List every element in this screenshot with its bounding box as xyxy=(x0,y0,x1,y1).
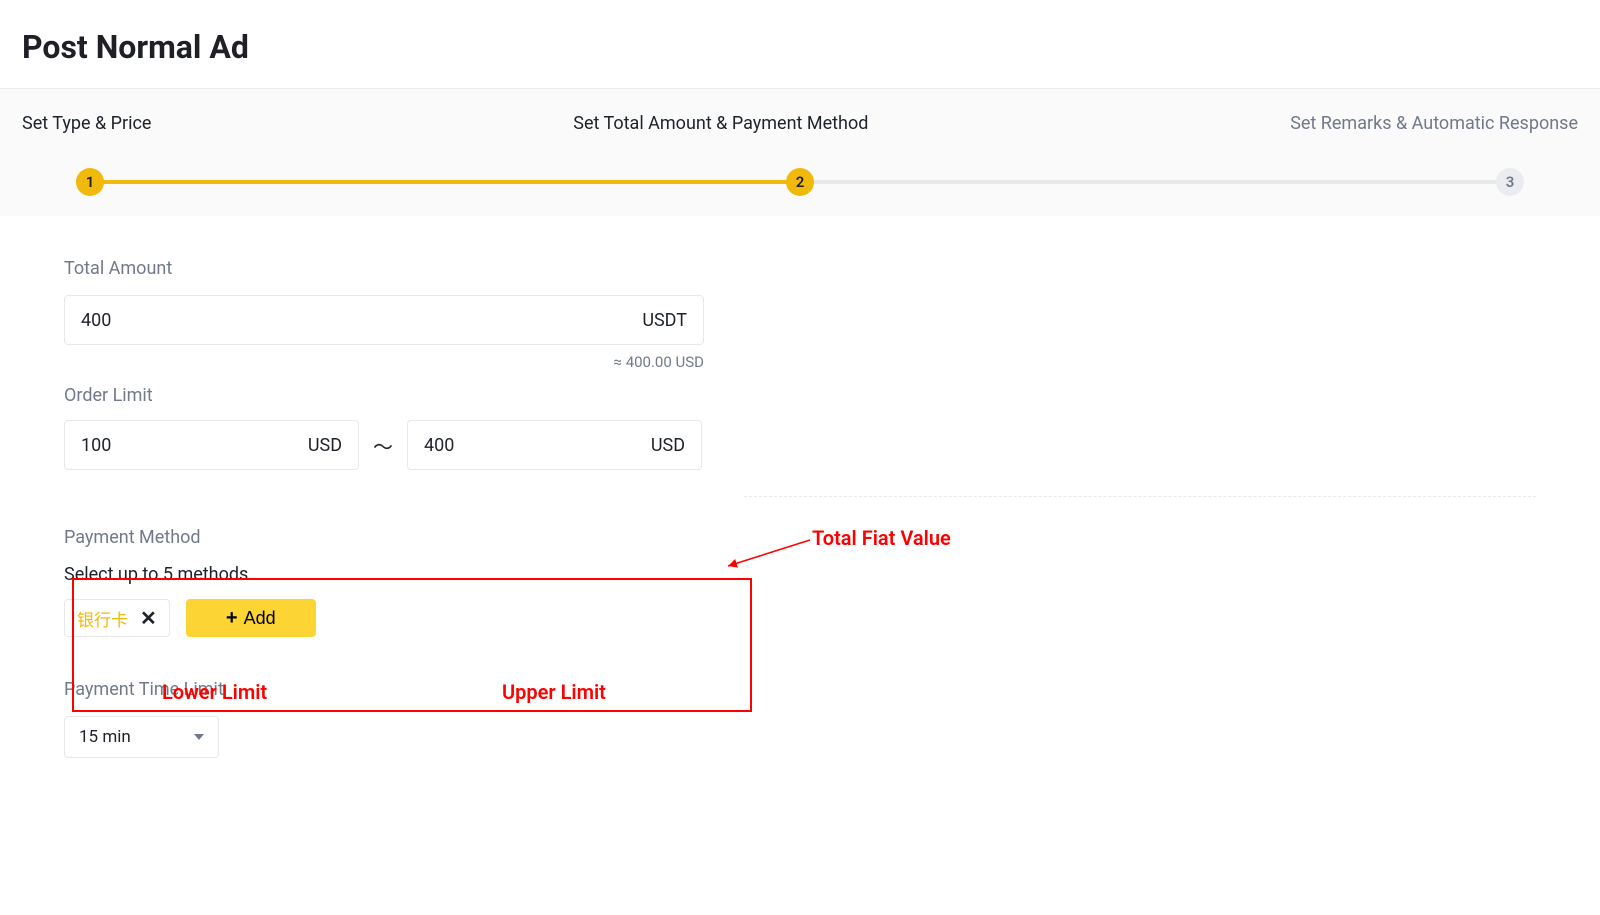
order-limit-lower-currency: USD xyxy=(308,435,342,456)
payment-method-hint: Select up to 5 methods xyxy=(64,564,1536,585)
order-limit-upper-currency: USD xyxy=(651,435,685,456)
step-dot-3[interactable]: 3 xyxy=(1496,168,1524,196)
plus-icon: + xyxy=(226,608,238,628)
step-dot-1[interactable]: 1 xyxy=(76,168,104,196)
order-limit-label: Order Limit xyxy=(64,385,724,406)
payment-time-limit-value: 15 min xyxy=(79,727,131,747)
total-amount-approx: ≈ 400.00 USD xyxy=(64,353,704,371)
payment-method-label: Payment Method xyxy=(64,527,1536,548)
total-amount-input[interactable]: 400 USDT xyxy=(64,295,704,345)
payment-time-limit-select[interactable]: 15 min xyxy=(64,716,219,758)
payment-method-chip[interactable]: 银行卡 ✕ xyxy=(64,599,170,637)
order-limit-upper-input[interactable]: 400 USD xyxy=(407,420,702,470)
step-label-3: Set Remarks & Automatic Response xyxy=(1290,113,1578,134)
chevron-down-icon xyxy=(194,734,204,740)
total-amount-value[interactable]: 400 xyxy=(81,310,642,331)
payment-time-limit-section: Payment Time Limit 15 min xyxy=(64,679,1536,758)
total-amount-label: Total Amount xyxy=(64,258,1536,279)
page-title: Post Normal Ad xyxy=(0,0,1600,88)
order-limit-upper-value[interactable]: 400 xyxy=(424,435,651,456)
payment-method-chip-text: 银行卡 xyxy=(77,606,128,631)
step-dot-2[interactable]: 2 xyxy=(786,168,814,196)
track-segment-1 xyxy=(90,180,800,184)
chip-remove-icon[interactable]: ✕ xyxy=(140,608,157,628)
step-track: 1 2 3 xyxy=(90,168,1510,196)
payment-time-limit-label: Payment Time Limit xyxy=(64,679,1536,700)
order-limit-section: Order Limit 100 USD ～ 400 USD xyxy=(64,375,724,470)
form-card: Total Amount 400 USDT ≈ 400.00 USD Order… xyxy=(22,216,1578,800)
order-limit-lower-input[interactable]: 100 USD xyxy=(64,420,359,470)
range-separator: ～ xyxy=(373,431,393,460)
add-button-label: Add xyxy=(244,608,276,629)
order-limit-lower-value[interactable]: 100 xyxy=(81,435,308,456)
track-segment-2 xyxy=(800,180,1510,184)
payment-method-section: Payment Method Select up to 5 methods 银行… xyxy=(64,527,1536,637)
total-amount-currency: USDT xyxy=(642,310,687,331)
step-label-1: Set Type & Price xyxy=(22,113,151,134)
section-separator xyxy=(744,496,1536,497)
add-payment-method-button[interactable]: + Add xyxy=(186,599,316,637)
step-label-2: Set Total Amount & Payment Method xyxy=(151,113,1290,134)
stepper: Set Type & Price Set Total Amount & Paym… xyxy=(0,89,1600,216)
